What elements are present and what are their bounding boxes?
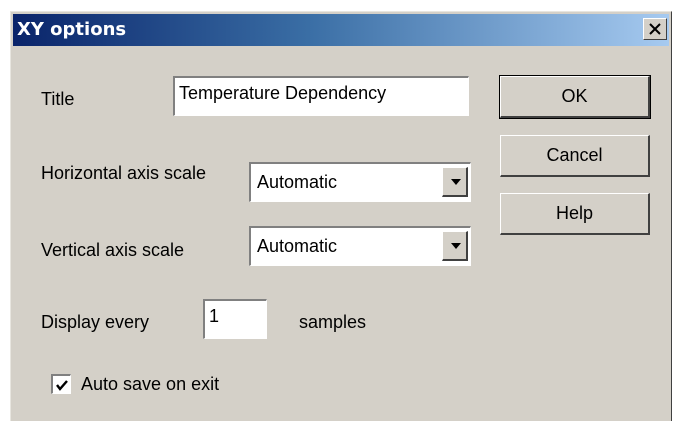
auto-save-label[interactable]: Auto save on exit [81,374,219,395]
chevron-down-icon [451,243,461,249]
display-every-input[interactable]: 1 [203,299,267,339]
ok-button-label: OK [561,86,588,106]
auto-save-checkbox[interactable] [51,374,71,394]
vertical-axis-scale-value: Automatic [257,236,338,256]
vertical-axis-label: Vertical axis scale [41,240,185,260]
horizontal-axis-dropdown-button[interactable] [442,167,468,197]
help-button[interactable]: Help [500,193,650,235]
vertical-axis-scale-select[interactable]: Automatic [249,226,471,266]
horizontal-axis-label: Horizontal axis scale [41,163,207,183]
cancel-button-label: Cancel [546,145,603,165]
title-label: Title [41,89,75,109]
vertical-axis-dropdown-button[interactable] [442,231,468,261]
horizontal-axis-scale-value: Automatic [257,172,338,192]
ok-button[interactable]: OK [499,75,651,119]
title-input[interactable]: Temperature Dependency [173,76,469,116]
close-icon [649,23,661,35]
help-button-label: Help [555,203,594,223]
cancel-button[interactable]: Cancel [500,135,650,177]
horizontal-axis-scale-select[interactable]: Automatic [249,162,471,202]
samples-label: samples [299,312,367,332]
chevron-down-icon [451,179,461,185]
xy-options-dialog: XY options Title Temperature Dependency … [10,11,672,421]
close-button[interactable] [643,18,667,40]
checkmark-icon [56,380,68,391]
display-every-label: Display every [41,312,150,332]
title-bar[interactable]: XY options [13,14,669,46]
window-title: XY options [17,19,127,40]
